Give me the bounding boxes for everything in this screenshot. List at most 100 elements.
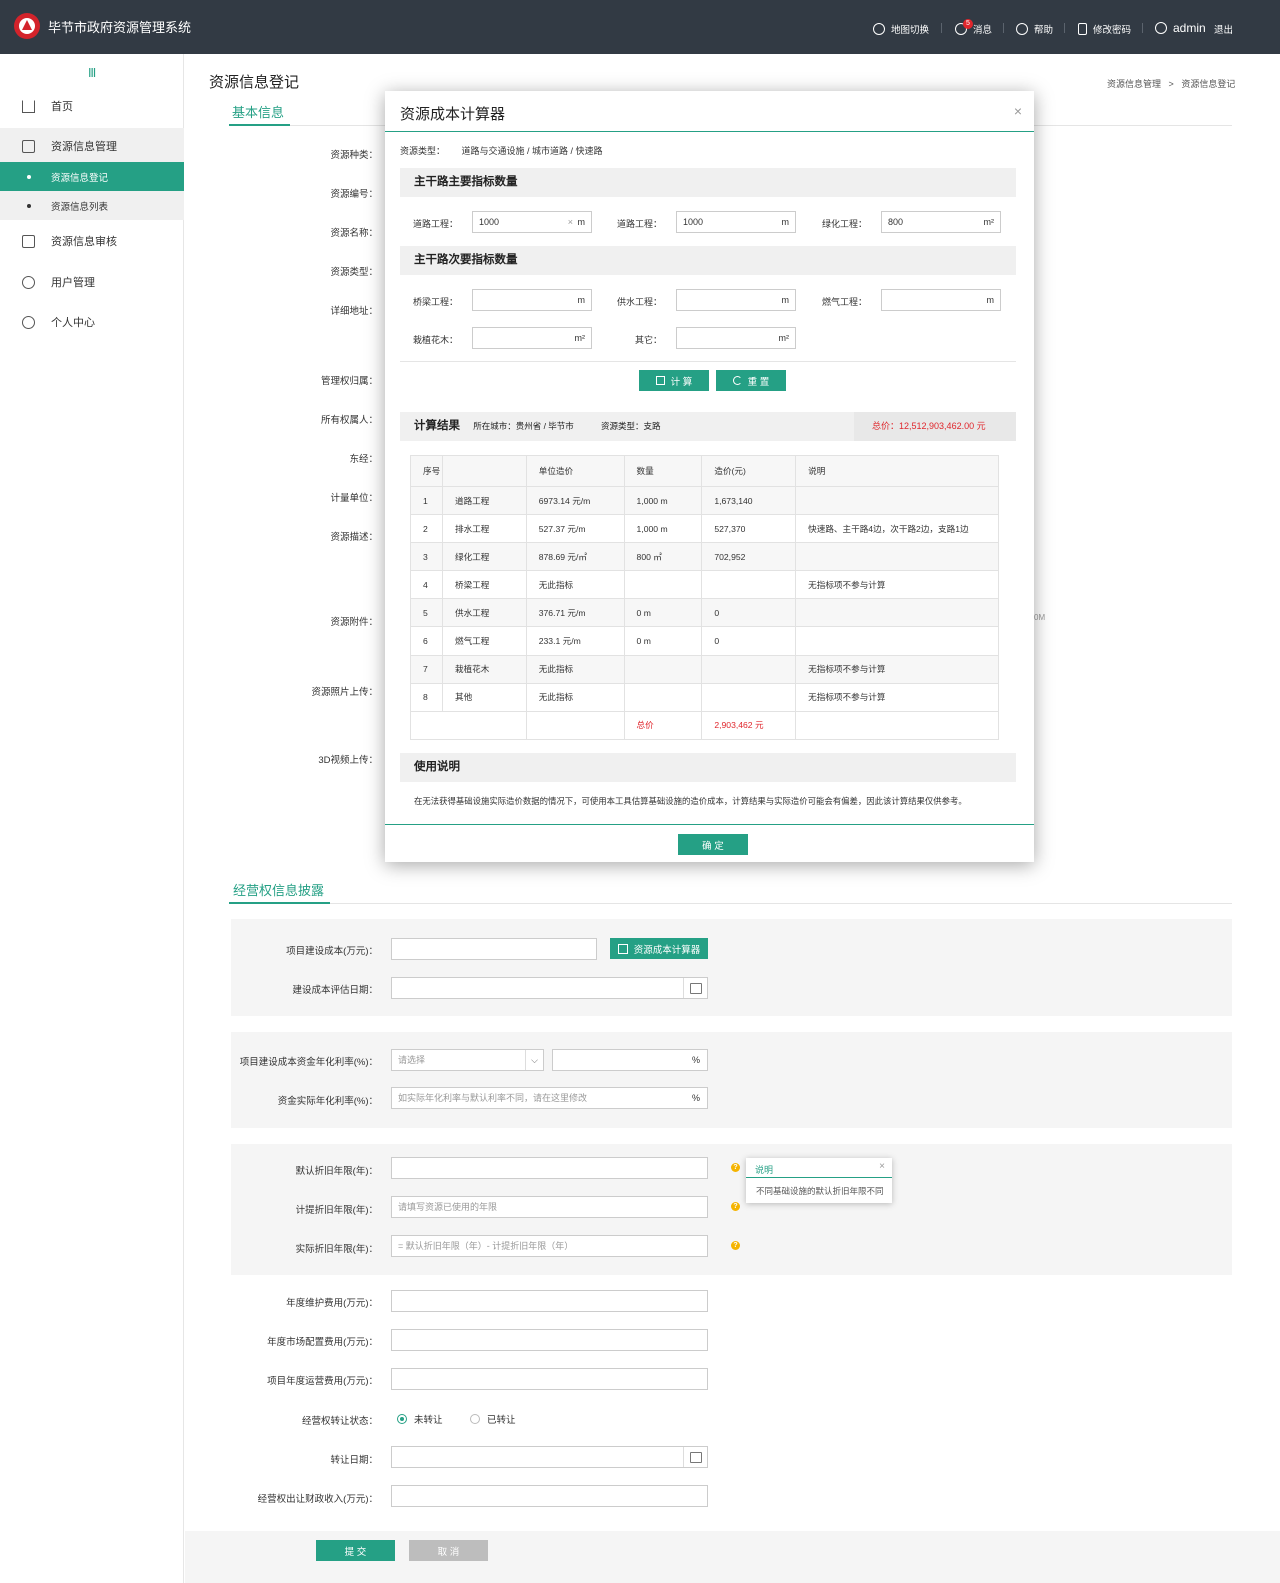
- radio-icon: [397, 1414, 407, 1424]
- radio-icon: [470, 1414, 480, 1424]
- table-cell: 无指标项不参与计算: [795, 682, 999, 712]
- page-title: 资源信息登记: [209, 74, 300, 91]
- bridge-input[interactable]: m: [472, 289, 592, 311]
- table-total-row: 总价 2,903,462 元: [410, 710, 999, 740]
- radio-not-transferred[interactable]: 未转让: [397, 1412, 443, 1426]
- audit-icon: [22, 234, 35, 248]
- maintenance-label: 年度维护费用(万元)：: [286, 1298, 378, 1309]
- change-password-link[interactable]: 修改密码: [1078, 22, 1131, 36]
- accrued-dep-input[interactable]: 请填写资源已使用的年限: [391, 1196, 708, 1218]
- table-cell: 0 m: [623, 598, 703, 628]
- table-cell: 无此指标: [525, 570, 625, 600]
- confirm-button[interactable]: 确 定: [678, 834, 748, 855]
- user-menu[interactable]: admin: [1155, 21, 1206, 35]
- rate-select[interactable]: 请选择 ⌵: [391, 1049, 544, 1071]
- close-icon[interactable]: ×: [1014, 103, 1022, 119]
- username: admin: [1173, 21, 1206, 35]
- greening-input[interactable]: 800 m²: [881, 211, 1001, 233]
- map-switch-link[interactable]: 地图切换: [873, 22, 929, 36]
- refresh-icon: [732, 376, 742, 385]
- sidebar-item-profile[interactable]: 个人中心: [0, 304, 184, 340]
- eval-date-input[interactable]: [391, 977, 708, 999]
- tooltip-divider: [746, 1177, 892, 1178]
- calculate-button[interactable]: 计 算: [639, 370, 709, 391]
- sidebar-item-resource-management[interactable]: 资源信息管理: [0, 128, 184, 164]
- table-header-cell: 序号: [410, 455, 443, 487]
- road-input-1[interactable]: 1000 × m: [472, 211, 592, 233]
- logo-icon: [14, 13, 40, 39]
- messages-link[interactable]: 消息: [955, 22, 992, 36]
- calendar-icon[interactable]: [683, 1447, 707, 1467]
- result-total-label: 总价：: [872, 421, 900, 431]
- home-icon: [22, 99, 35, 113]
- road-input-2[interactable]: 1000 m: [676, 211, 796, 233]
- basic-info-section-title: 基本信息: [232, 105, 285, 120]
- divider: [1003, 23, 1004, 33]
- table-cell: 0: [701, 598, 797, 628]
- resource-type-line: 资源类型： 道路与交通设施 / 城市道路 / 快速路: [400, 144, 603, 157]
- sidebar-item-user-management[interactable]: 用户管理: [0, 264, 184, 300]
- sidebar-subitem-resource-register[interactable]: 资源信息登记: [0, 162, 184, 191]
- submit-button[interactable]: 提 交: [316, 1540, 395, 1561]
- sidebar-item-label: 个人中心: [51, 317, 95, 329]
- transfer-date-input[interactable]: [391, 1446, 708, 1468]
- operation-section-title: 经营权信息披露: [233, 883, 325, 898]
- rate-input[interactable]: %: [552, 1049, 708, 1071]
- result-total: 总价：12,512,903,462.00 元: [854, 412, 1016, 441]
- table-cell: 无此指标: [525, 654, 625, 684]
- table-cell: 6: [410, 626, 443, 656]
- operating-input[interactable]: [391, 1368, 708, 1390]
- basic-field-label: 资源类型：: [330, 267, 378, 278]
- default-dep-input[interactable]: [391, 1157, 708, 1179]
- table-cell: 702,952: [701, 542, 797, 572]
- sidebar-item-resource-audit[interactable]: 资源信息审核: [0, 223, 184, 259]
- calendar-icon[interactable]: [683, 978, 707, 998]
- other-input[interactable]: m²: [676, 327, 796, 349]
- sidebar-item-label: 资源信息管理: [51, 141, 117, 153]
- water-input[interactable]: m: [676, 289, 796, 311]
- transfer-income-input[interactable]: [391, 1485, 708, 1507]
- result-title: 计算结果: [414, 420, 460, 432]
- menu-toggle-icon[interactable]: Ⅲ: [88, 66, 96, 80]
- cancel-button[interactable]: 取 消: [409, 1540, 488, 1561]
- reset-button[interactable]: 重 置: [716, 370, 786, 391]
- actual-rate-label: 资金实际年化利率(%)：: [277, 1096, 378, 1107]
- calculate-label: 计 算: [670, 376, 693, 388]
- clear-icon[interactable]: ×: [568, 212, 573, 232]
- planting-input[interactable]: m²: [472, 327, 592, 349]
- help-icon[interactable]: ?: [731, 1202, 740, 1211]
- messages-label: 消息: [973, 25, 993, 36]
- help-icon[interactable]: ?: [731, 1163, 740, 1172]
- help-icon[interactable]: ?: [731, 1241, 740, 1250]
- help-link[interactable]: 帮助: [1016, 22, 1053, 36]
- table-cell: 无指标项不参与计算: [795, 570, 999, 600]
- cost-calculator-button[interactable]: 资源成本计算器: [610, 938, 708, 959]
- basic-field-label: 3D视频上传：: [318, 755, 378, 766]
- unit: m²: [778, 333, 790, 343]
- table-cell: 1,000 m: [623, 485, 703, 516]
- help-label: 帮助: [1034, 25, 1054, 36]
- actual-rate-input[interactable]: 如实际年化利率与默认利率不同，请在这里修改%: [391, 1087, 708, 1109]
- field-value: 800: [888, 217, 904, 227]
- maintenance-input[interactable]: [391, 1290, 708, 1312]
- gas-input[interactable]: m: [881, 289, 1001, 311]
- radio-transferred[interactable]: 已转让: [470, 1412, 516, 1426]
- usage-section-title: 使用说明: [400, 753, 1016, 782]
- logout-link[interactable]: 退出: [1214, 22, 1233, 36]
- breadcrumb-parent[interactable]: 资源信息管理: [1107, 79, 1161, 89]
- market-input[interactable]: [391, 1329, 708, 1351]
- sidebar-subitem-resource-list[interactable]: 资源信息列表: [0, 191, 184, 220]
- market-label: 年度市场配置费用(万元)：: [267, 1337, 378, 1348]
- close-icon[interactable]: ×: [879, 1161, 885, 1172]
- table-cell: 4: [410, 570, 443, 600]
- actual-dep-input[interactable]: = 默认折旧年限（年）- 计提折旧年限（年）: [391, 1235, 708, 1257]
- sidebar-item-home[interactable]: 首页: [0, 88, 184, 124]
- field-label: 桥梁工程：: [412, 297, 458, 307]
- edit-icon: [22, 139, 35, 153]
- lock-icon: [1078, 23, 1087, 35]
- unit: m: [781, 295, 790, 305]
- percent-unit: %: [691, 1093, 700, 1103]
- cost-input[interactable]: [391, 938, 597, 960]
- basic-field-label: 资源照片上传：: [311, 687, 378, 698]
- divider: [1064, 23, 1065, 33]
